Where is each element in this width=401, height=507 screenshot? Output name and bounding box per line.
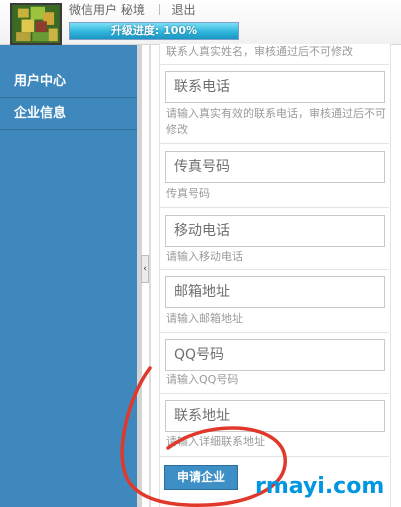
user-row: 微信用户 秘境 退出 (69, 1, 196, 18)
progress-label: 升级进度: 100% (110, 24, 198, 37)
field-separator (160, 393, 389, 394)
field-separator (160, 456, 389, 457)
field-separator (160, 269, 389, 270)
mobile-input[interactable]: 移动电话 (165, 215, 385, 247)
contact-phone-input[interactable]: 联系电话 (165, 71, 385, 103)
apply-company-button[interactable]: 申请企业 (164, 465, 238, 490)
fax-hint: 传真号码 (166, 187, 210, 200)
email-hint: 请输入邮箱地址 (166, 312, 243, 325)
sidebar-item-company-info[interactable]: 企业信息 (0, 98, 137, 130)
upgrade-progress-bar: 升级进度: 100% (69, 22, 239, 40)
company-info-form: 联系人真实姓名，审核通过后不可修改 联系电话 请输入真实有效的联系电话，审核通过… (159, 44, 391, 507)
field-separator (160, 207, 389, 208)
address-hint: 请输入详细联系地址 (166, 435, 265, 448)
fax-input[interactable]: 传真号码 (165, 151, 385, 183)
contact-phone-hint: 请输入真实有效的联系电话，审核通过后不可修改 (166, 107, 386, 136)
collapse-sidebar-button[interactable]: ‹ (141, 255, 149, 283)
avatar-image (12, 5, 60, 43)
email-input[interactable]: 邮箱地址 (165, 276, 385, 308)
logout-link[interactable]: 退出 (171, 1, 195, 18)
field-separator (160, 332, 389, 333)
sidebar-item-user-center[interactable]: 用户中心 (0, 66, 137, 98)
content-divider (149, 45, 151, 507)
mobile-hint: 请输入移动电话 (166, 250, 243, 263)
avatar[interactable] (10, 3, 62, 45)
top-header: 微信用户 秘境 退出 升级进度: 100% (0, 0, 401, 45)
sidebar: 用户中心 企业信息 (0, 45, 137, 507)
separator (158, 4, 160, 15)
watermark-text: rmayi.com (255, 474, 385, 499)
field-separator (160, 143, 389, 144)
field-separator (160, 64, 389, 65)
qq-input[interactable]: QQ号码 (165, 339, 385, 371)
qq-hint: 请输入QQ号码 (166, 373, 239, 386)
contact-name-hint: 联系人真实姓名，审核通过后不可修改 (166, 45, 353, 58)
username: 微信用户 秘境 (69, 3, 145, 17)
address-input[interactable]: 联系地址 (165, 400, 385, 432)
